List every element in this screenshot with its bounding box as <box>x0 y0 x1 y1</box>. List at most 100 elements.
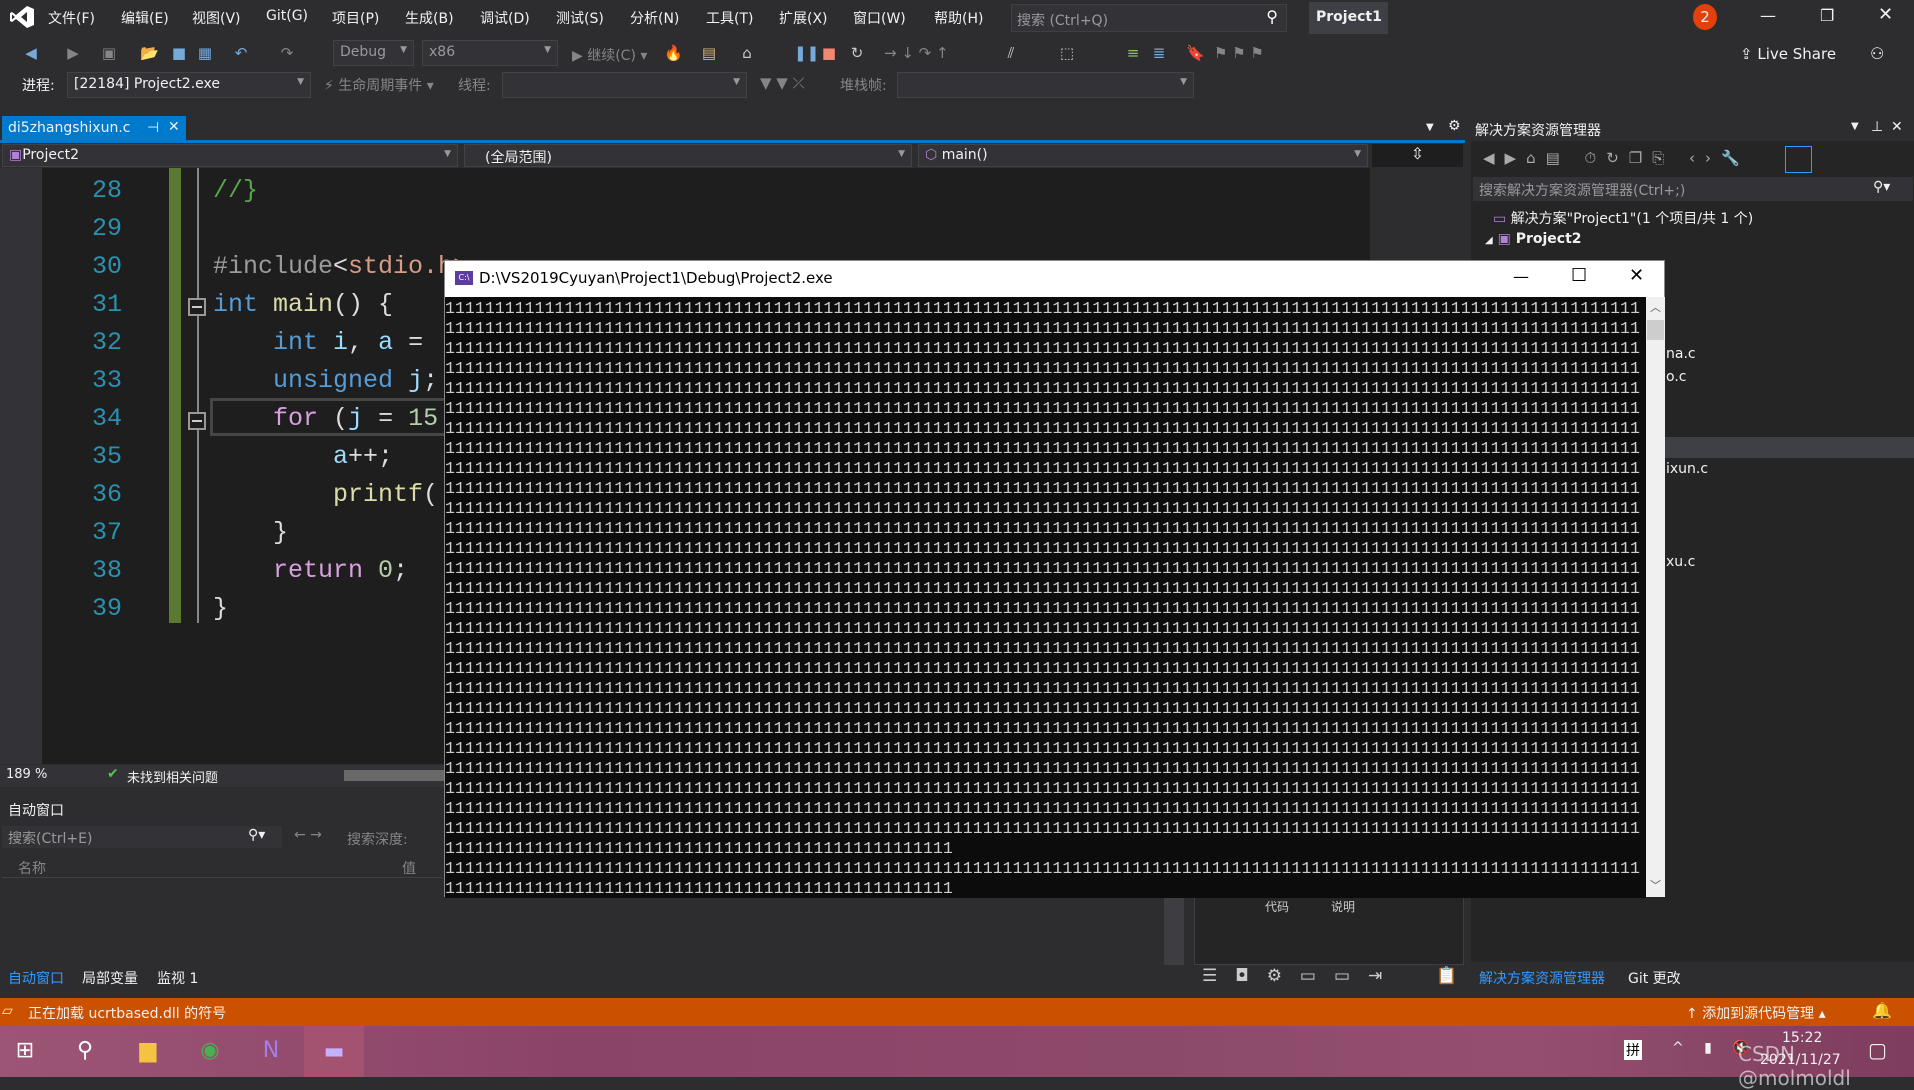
se-active-tool[interactable] <box>1785 146 1812 173</box>
nav-scope-dropdown[interactable]: (全局范围) ▼ <box>464 144 912 167</box>
clipboard-error-icon[interactable]: 📋 <box>1436 966 1457 986</box>
menu-item[interactable]: 工具(T) <box>706 8 753 28</box>
chrome-icon[interactable]: ◉ <box>193 1034 227 1068</box>
undo-icon[interactable]: ↶ <box>232 44 250 62</box>
live-share-button[interactable]: ⇪ Live Share <box>1740 45 1836 63</box>
console-minimize-button[interactable]: — <box>1513 267 1529 286</box>
menu-item[interactable]: 窗口(W) <box>853 8 906 28</box>
console-close-button[interactable]: ✕ <box>1629 265 1644 286</box>
new-project-icon[interactable]: ▣ <box>100 44 118 62</box>
menu-item[interactable]: Git(G) <box>266 8 308 24</box>
platform-dropdown[interactable]: x86 ▼ <box>422 40 558 66</box>
minimize-button[interactable]: — <box>1760 6 1776 25</box>
thread-dropdown[interactable]: ▼ <box>502 72 747 98</box>
process-dropdown[interactable]: [22184] Project2.exe ▼ <box>67 72 311 98</box>
open-folder-icon[interactable]: 📂 <box>140 44 159 62</box>
menu-item[interactable]: 项目(P) <box>332 8 379 28</box>
search-input[interactable]: 搜索 (Ctrl+Q) ⚲ <box>1011 4 1287 32</box>
horizontal-scrollbar[interactable] <box>344 770 444 781</box>
menu-item[interactable]: 生成(B) <box>405 8 454 28</box>
auto-search-input[interactable]: 搜索(Ctrl+E) ⚲▾ <box>2 826 282 848</box>
tab-close-icon[interactable]: ✕ <box>168 119 180 135</box>
pointer-icon[interactable]: ⬚ <box>1058 44 1076 62</box>
se-menu-icon[interactable]: ▼ <box>1851 121 1859 132</box>
bookmark-icon[interactable]: 🔖 <box>1186 44 1205 62</box>
comment-icon[interactable]: ≣ <box>1150 44 1168 62</box>
scroll-thumb[interactable] <box>1647 320 1664 340</box>
save-all-icon[interactable]: ▦ <box>196 44 214 62</box>
find-icon[interactable]: ▤ <box>700 44 718 62</box>
se-solution-row[interactable]: ▭ 解决方案"Project1"(1 个项目/共 1 个) <box>1493 208 1753 228</box>
code-line[interactable]: 29 <box>0 210 1370 248</box>
console-maximize-button[interactable]: ☐ <box>1571 265 1587 286</box>
redo-icon[interactable]: ↷ <box>278 44 296 62</box>
auto-window-tab[interactable]: 监视 1 <box>157 968 198 988</box>
scroll-down-icon[interactable]: ﹀ <box>1650 877 1661 893</box>
source-control-button[interactable]: ↑ 添加到源代码管理 ▴ <box>1686 1003 1826 1023</box>
step-icons[interactable]: → ↓ ↷ ↑ <box>884 44 984 62</box>
menu-item[interactable]: 视图(V) <box>192 8 241 28</box>
console-taskbar-icon[interactable]: ▬ <box>304 1026 364 1077</box>
continue-button[interactable]: ▶ 继续(C) ▾ <box>572 45 647 65</box>
back-icon[interactable]: ◀ <box>22 44 40 62</box>
config-dropdown[interactable]: Debug ▼ <box>333 40 414 66</box>
bell-icon[interactable]: 🔔 <box>1872 1001 1892 1020</box>
tab-solution-explorer[interactable]: 解决方案资源管理器 <box>1479 968 1605 988</box>
console-scrollbar[interactable]: ︿ ﹀ <box>1646 297 1665 897</box>
menu-item[interactable]: 分析(N) <box>630 8 679 28</box>
auto-vscrollbar[interactable] <box>1164 897 1184 965</box>
scroll-up-icon[interactable]: ︿ <box>1650 299 1661 315</box>
notification-center-icon[interactable]: ▢ <box>1868 1038 1887 1062</box>
gear-icon[interactable]: ⚙ <box>1448 118 1461 134</box>
forward-icon[interactable]: ▶ <box>64 44 82 62</box>
feedback-icon[interactable]: ⚇ <box>1870 44 1884 63</box>
menu-item[interactable]: 文件(F) <box>48 8 95 28</box>
menu-item[interactable]: 帮助(H) <box>934 8 983 28</box>
se-item-partial[interactable]: o.c <box>1666 369 1686 385</box>
stack-frame-dropdown[interactable]: ▼ <box>897 72 1194 98</box>
visual-studio-icon[interactable]: N <box>254 1034 288 1068</box>
close-button[interactable]: ✕ <box>1878 4 1893 25</box>
issues-status[interactable]: 未找到相关问题 <box>127 767 218 786</box>
breakpoint-icon[interactable]: ⫽ <box>1002 44 1020 62</box>
lifecycle-events-button[interactable]: ⚡ 生命周期事件 ▾ <box>324 75 434 95</box>
nav-member-dropdown[interactable]: ⬡ main() ▼ <box>918 144 1368 167</box>
menu-item[interactable]: 调试(D) <box>480 8 530 28</box>
menu-item[interactable]: 测试(S) <box>556 8 604 28</box>
se-item-partial[interactable]: xu.c <box>1666 554 1695 570</box>
search-taskbar-icon[interactable]: ⚲ <box>68 1034 102 1068</box>
nav-project-dropdown[interactable]: ▣Project2 ▼ <box>2 144 458 167</box>
se-close-icon[interactable]: ✕ <box>1891 119 1903 135</box>
split-editor-button[interactable]: ⇳ <box>1372 144 1463 167</box>
code-line[interactable]: 28 //} <box>0 172 1370 210</box>
ime-indicator[interactable]: 拼 <box>1624 1040 1642 1060</box>
menu-item[interactable]: 扩展(X) <box>779 8 828 28</box>
se-item-partial[interactable]: na.c <box>1666 346 1696 362</box>
tab-list-icon[interactable]: ▼ <box>1426 122 1434 133</box>
file-explorer-icon[interactable]: ▆ <box>131 1034 165 1068</box>
console-window[interactable]: C:\ D:\VS2019Cyuyan\Project1\Debug\Proje… <box>444 260 1665 898</box>
save-icon[interactable]: ■ <box>170 44 188 62</box>
tab-di5zhangshixun[interactable]: di5zhangshixun.c ⊣ ✕ <box>2 116 186 141</box>
pause-icon[interactable]: ❚❚ <box>794 44 819 62</box>
filter-icon[interactable]: ▼ ▼ ⤫ <box>760 74 805 92</box>
menu-item[interactable]: 编辑(E) <box>121 8 169 28</box>
zoom-level[interactable]: 189 % <box>6 767 47 782</box>
restore-button[interactable]: ❐ <box>1820 6 1834 25</box>
panel-toolbar-icons[interactable]: ☰◘⚙▭▭⇥ <box>1202 966 1400 986</box>
notification-badge[interactable]: 2 <box>1693 4 1717 30</box>
auto-window-tab[interactable]: 局部变量 <box>82 968 138 988</box>
se-item-partial[interactable]: ixun.c <box>1666 461 1708 477</box>
se-search-input[interactable]: 搜索解决方案资源管理器(Ctrl+;) ⚲▾ <box>1473 177 1913 201</box>
bookmark-nav-icons[interactable]: ⚑ ⚑ ⚑ <box>1214 44 1294 62</box>
restart-icon[interactable]: ↻ <box>848 44 866 62</box>
hot-reload-icon[interactable]: 🔥 <box>664 44 683 62</box>
tab-git-changes[interactable]: Git 更改 <box>1628 968 1681 988</box>
nav-arrows-icon[interactable]: ← → <box>294 827 322 843</box>
auto-window-tab[interactable]: 自动窗口 <box>8 968 64 988</box>
se-toolbar-icons[interactable]: ◀▶⌂▤ ⏱↻❐⎘ ‹›🔧 <box>1483 149 1750 167</box>
se-project-row[interactable]: ◢ ▣ Project2 <box>1485 231 1582 247</box>
se-pin-icon[interactable]: ⊥ <box>1871 119 1883 135</box>
indent-icon[interactable]: ≡ <box>1124 44 1142 62</box>
pin-icon[interactable]: ⊣ <box>147 120 159 136</box>
